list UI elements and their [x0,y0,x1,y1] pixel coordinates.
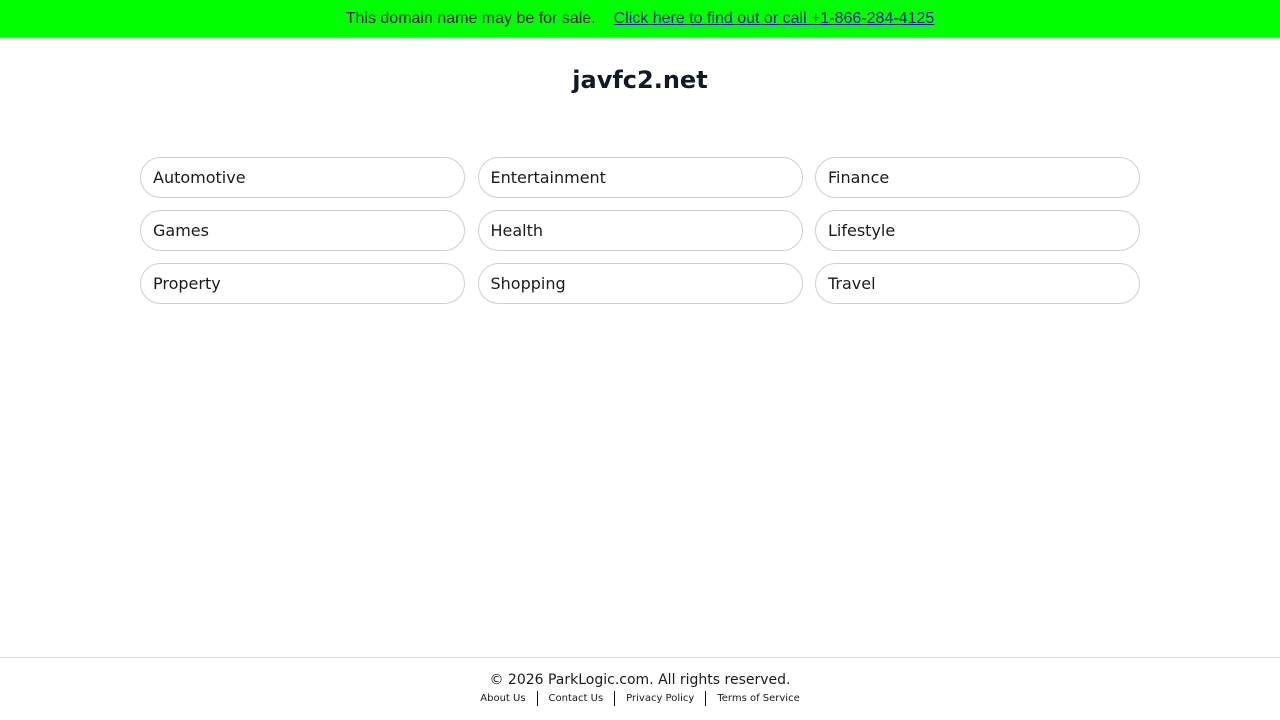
privacy-policy-link[interactable]: Privacy Policy [615,693,705,704]
footer-links: About Us Contact Us Privacy Policy Terms… [0,691,1280,706]
footer: © 2026 ParkLogic.com. All rights reserve… [0,657,1280,720]
category-grid: Automotive Entertainment Finance Games H… [140,157,1140,304]
sale-banner: This domain name may be for sale. Click … [0,0,1280,37]
about-us-link[interactable]: About Us [469,693,536,704]
category-property[interactable]: Property [140,263,465,304]
copyright-text: © 2026 ParkLogic.com. All rights reserve… [489,672,791,688]
category-shopping[interactable]: Shopping [477,263,803,304]
category-lifestyle[interactable]: Lifestyle [815,210,1140,251]
sale-notice-text: This domain name may be for sale. [345,9,596,27]
sale-inquiry-link[interactable]: Click here to find out or call +1-866-28… [614,10,935,28]
terms-of-service-link[interactable]: Terms of Service [706,693,810,704]
category-games[interactable]: Games [140,210,465,251]
contact-us-link[interactable]: Contact Us [538,693,615,704]
category-entertainment[interactable]: Entertainment [477,157,803,198]
category-finance[interactable]: Finance [815,157,1140,198]
category-health[interactable]: Health [477,210,803,251]
domain-title: javfc2.net [572,66,708,94]
category-travel[interactable]: Travel [815,263,1140,304]
category-automotive[interactable]: Automotive [140,157,465,198]
